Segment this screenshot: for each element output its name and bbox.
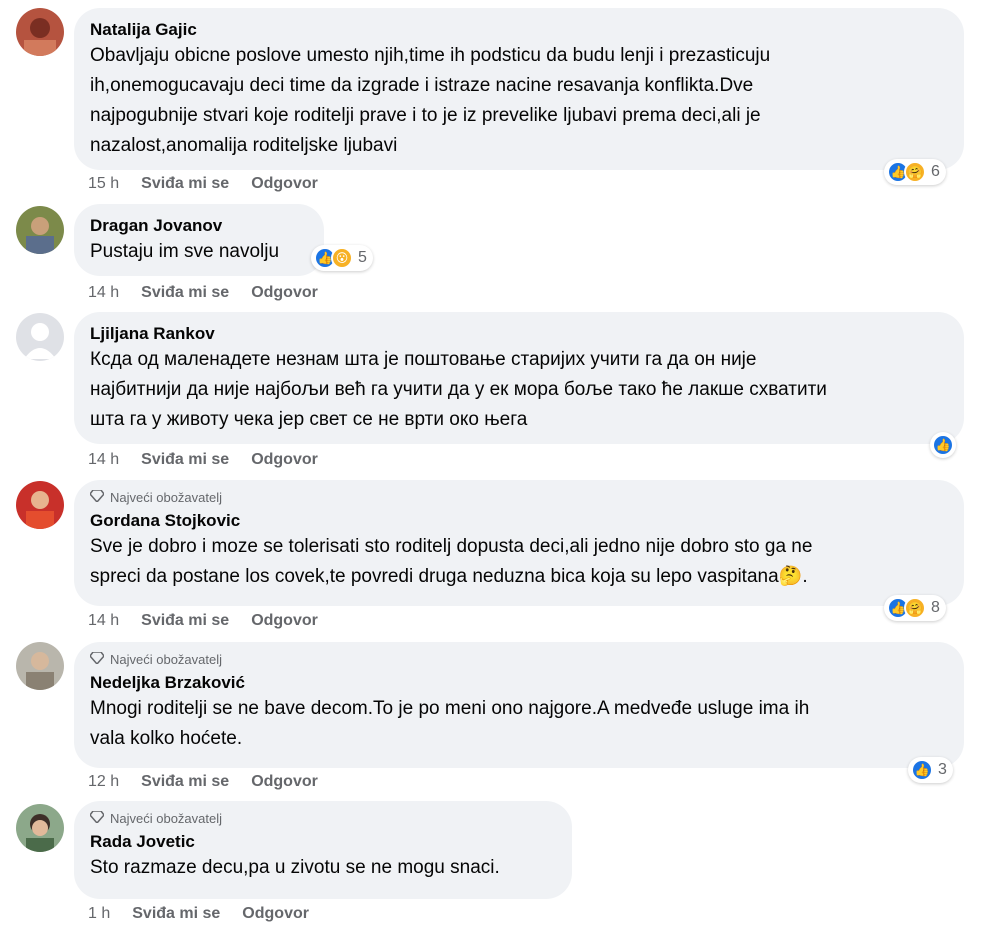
comment-line: spreci da postane los covek,te povredi d… <box>90 566 808 587</box>
comment-line: Sto razmaze decu,pa u zivotu se ne mogu … <box>90 857 500 878</box>
author-name[interactable]: Gordana Stojkovic <box>90 510 946 532</box>
avatar[interactable] <box>16 313 64 361</box>
comment-actions: 12 h Sviđa mi se Odgovor <box>88 773 318 791</box>
like-button[interactable]: Sviđa mi se <box>141 612 229 630</box>
like-button[interactable]: Sviđa mi se <box>141 175 229 193</box>
comment-text: Pustaju im sve navolju <box>90 237 306 267</box>
comment-text: Obavljaju obicne poslove umesto njih,tim… <box>90 41 946 161</box>
diamond-icon <box>89 650 105 667</box>
reaction-count: 8 <box>931 599 940 616</box>
comment-line: nazalost,anomalija roditeljske ljubavi <box>90 135 398 156</box>
reaction-summary[interactable]: 👍 🤗 6 <box>884 159 946 185</box>
reply-button[interactable]: Odgovor <box>242 905 309 923</box>
diamond-icon <box>89 809 105 826</box>
like-button[interactable]: Sviđa mi se <box>141 284 229 302</box>
comment-text: Sto razmaze decu,pa u zivotu se ne mogu … <box>90 853 554 883</box>
reaction-count: 5 <box>358 249 367 266</box>
author-name[interactable]: Natalija Gajic <box>90 19 946 41</box>
comment-text: Mnogi roditelji se ne bave decom.To je p… <box>90 694 946 754</box>
like-icon: 👍 <box>932 434 954 456</box>
comment-bubble: Najveći obožavatelj Nedeljka Brzaković M… <box>74 642 964 768</box>
timestamp[interactable]: 14 h <box>88 284 119 302</box>
comment-actions: 15 h Sviđa mi se Odgovor <box>88 175 318 193</box>
comment-bubble: Ljiljana Rankov Ксда од маленадете незна… <box>74 312 964 444</box>
avatar[interactable] <box>16 206 64 254</box>
reaction-summary[interactable]: 👍 3 <box>908 757 953 783</box>
comment-line: Pustaju im sve navolju <box>90 241 280 262</box>
comment-line: vala kolko hoćete. <box>90 728 243 749</box>
timestamp[interactable]: 14 h <box>88 451 119 469</box>
care-icon: 🤗 <box>904 161 926 183</box>
top-fan-badge: Najveći obožavatelj <box>89 488 946 506</box>
avatar[interactable] <box>16 481 64 529</box>
avatar[interactable] <box>16 8 64 56</box>
reply-button[interactable]: Odgovor <box>251 175 318 193</box>
author-name[interactable]: Ljiljana Rankov <box>90 323 946 345</box>
comment-text: Ксда од маленадете незнам шта је поштова… <box>90 345 946 435</box>
author-name[interactable]: Dragan Jovanov <box>90 215 306 237</box>
comment-line: Sve je dobro i moze se tolerisati sto ro… <box>90 536 813 557</box>
author-name[interactable]: Rada Jovetic <box>90 831 554 853</box>
timestamp[interactable]: 15 h <box>88 175 119 193</box>
comment-actions: 14 h Sviđa mi se Odgovor <box>88 284 318 302</box>
comment-line: Mnogi roditelji se ne bave decom.To je p… <box>90 698 810 719</box>
avatar[interactable] <box>16 642 64 690</box>
wow-icon: 😮 <box>331 247 353 269</box>
comment-text: Sve je dobro i moze se tolerisati sto ro… <box>90 532 946 592</box>
comment-bubble: Najveći obožavatelj Gordana Stojkovic Sv… <box>74 480 964 606</box>
comment-line: Obavljaju obicne poslove umesto njih,tim… <box>90 45 771 66</box>
reaction-count: 3 <box>938 761 947 778</box>
fan-badge-label: Najveći obožavatelj <box>110 651 223 667</box>
like-icon: 👍 <box>911 759 933 781</box>
comment-bubble: Najveći obožavatelj Rada Jovetic Sto raz… <box>74 801 572 899</box>
comment-line: најбитнији да није најбољи већ га учити … <box>90 379 827 400</box>
fan-badge-label: Najveći obožavatelj <box>110 489 223 505</box>
top-fan-badge: Najveći obožavatelj <box>89 650 946 668</box>
fan-badge-label: Najveći obožavatelj <box>110 810 223 826</box>
reply-button[interactable]: Odgovor <box>251 284 318 302</box>
like-button[interactable]: Sviđa mi se <box>132 905 220 923</box>
reaction-count: 6 <box>931 163 940 180</box>
comment-bubble: Dragan Jovanov Pustaju im sve navolju <box>74 204 324 276</box>
top-fan-badge: Najveći obožavatelj <box>89 809 554 827</box>
timestamp[interactable]: 1 h <box>88 905 110 923</box>
timestamp[interactable]: 14 h <box>88 612 119 630</box>
comment-line: najpogubnije stvari koje roditelji prave… <box>90 105 761 126</box>
reaction-summary[interactable]: 👍 😮 5 <box>311 245 373 271</box>
like-button[interactable]: Sviđa mi se <box>141 773 229 791</box>
reply-button[interactable]: Odgovor <box>251 451 318 469</box>
reaction-summary[interactable]: 👍 🤗 8 <box>884 595 946 621</box>
comment-line: Ксда од маленадете незнам шта је поштова… <box>90 349 757 370</box>
timestamp[interactable]: 12 h <box>88 773 119 791</box>
reply-button[interactable]: Odgovor <box>251 773 318 791</box>
comment-line: ih,onemogucavaju deci time da izgrade i … <box>90 75 754 96</box>
author-name[interactable]: Nedeljka Brzaković <box>90 672 946 694</box>
comment-actions: 14 h Sviđa mi se Odgovor <box>88 612 318 630</box>
care-icon: 🤗 <box>904 597 926 619</box>
reply-button[interactable]: Odgovor <box>251 612 318 630</box>
comment-actions: 1 h Sviđa mi se Odgovor <box>88 905 309 923</box>
like-button[interactable]: Sviđa mi se <box>141 451 229 469</box>
comment-line: шта га у животу чека јер свет се не врти… <box>90 409 528 430</box>
avatar[interactable] <box>16 804 64 852</box>
diamond-icon <box>89 488 105 505</box>
comment-bubble: Natalija Gajic Obavljaju obicne poslove … <box>74 8 964 170</box>
reaction-summary[interactable]: 👍 <box>930 432 956 458</box>
comment-actions: 14 h Sviđa mi se Odgovor <box>88 451 318 469</box>
